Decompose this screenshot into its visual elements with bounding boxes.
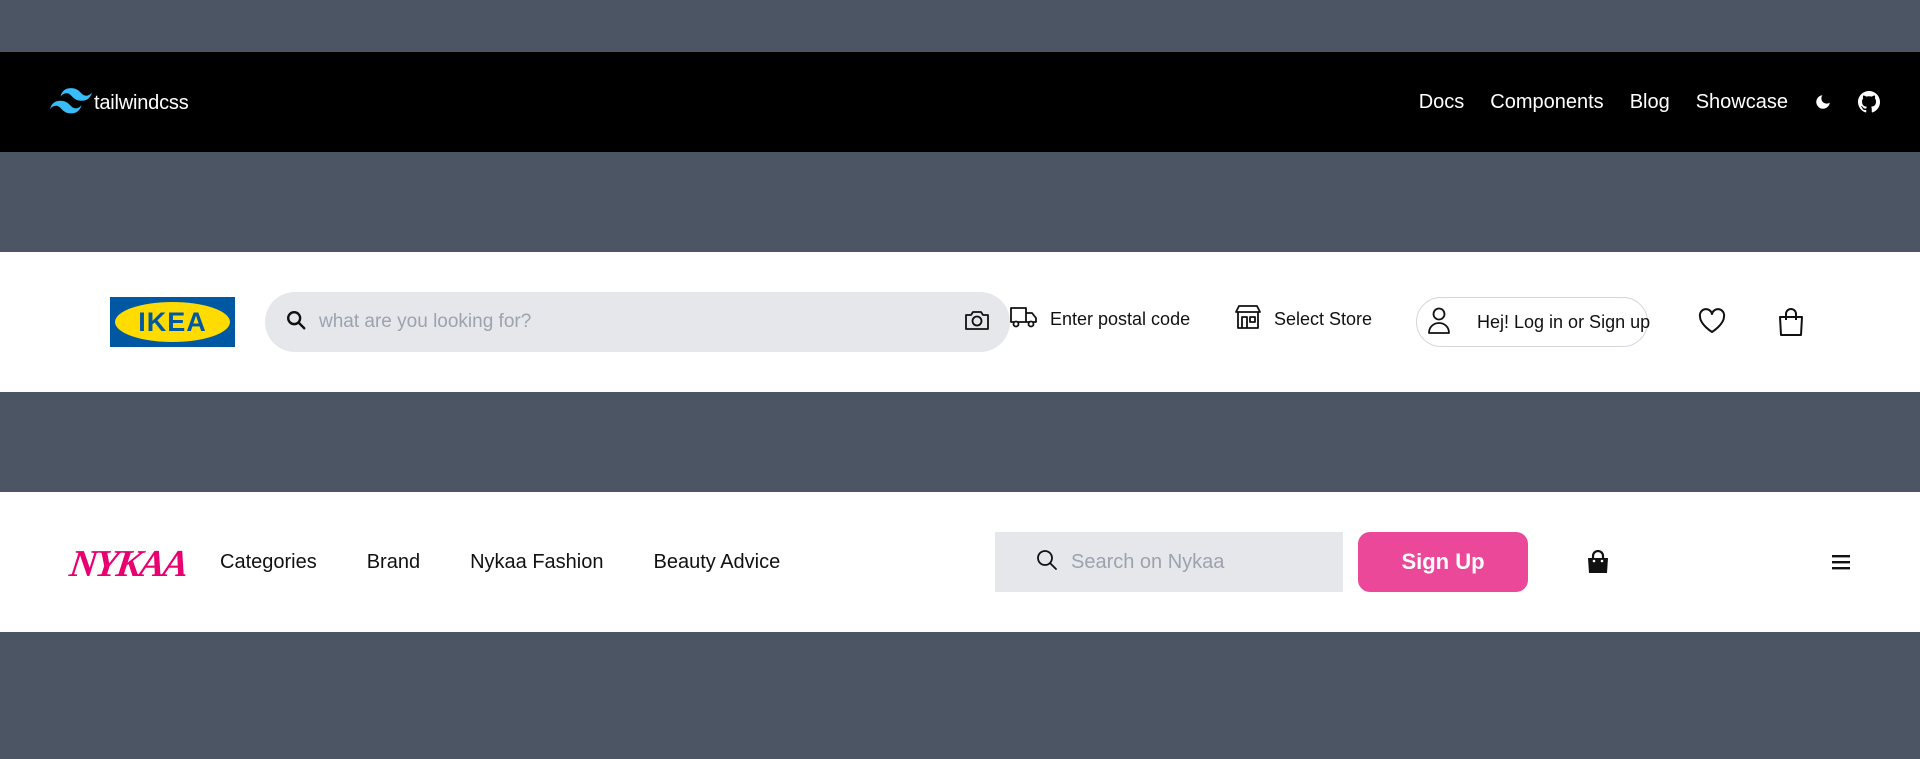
nav-blog[interactable]: Blog: [1630, 91, 1670, 114]
nav-components[interactable]: Components: [1490, 91, 1603, 114]
nykaa-nav: Categories Brand Nykaa Fashion Beauty Ad…: [220, 492, 830, 632]
shopping-bag-icon[interactable]: [1587, 549, 1609, 579]
postal-code-button[interactable]: Enter postal code: [1010, 304, 1190, 335]
signup-button[interactable]: Sign Up: [1358, 532, 1528, 592]
nav-categories[interactable]: Categories: [220, 551, 317, 574]
tailwind-header: tailwindcss Docs Components Blog Showcas…: [0, 52, 1920, 152]
ikea-logo-oval: IKEA: [115, 302, 230, 342]
tailwind-nav: Docs Components Blog Showcase: [1419, 52, 1880, 152]
nav-showcase[interactable]: Showcase: [1696, 91, 1788, 114]
ikea-search-input[interactable]: [319, 311, 964, 333]
truck-icon: [1010, 304, 1038, 335]
login-signup-button[interactable]: Hej! Log in or Sign up: [1416, 297, 1651, 347]
select-store-label: Select Store: [1274, 309, 1373, 329]
tailwind-logo-icon: [50, 88, 92, 119]
ikea-search-bar: [265, 292, 1010, 352]
nykaa-search-bar: [995, 532, 1343, 592]
search-icon: [285, 309, 307, 336]
nykaa-logo[interactable]: NYKAA: [67, 542, 190, 586]
nykaa-search-input[interactable]: [1071, 550, 1336, 574]
tailwind-logo[interactable]: tailwindcss: [50, 88, 189, 119]
ikea-logo[interactable]: IKEA: [110, 297, 235, 347]
nav-brand[interactable]: Brand: [367, 551, 420, 574]
search-icon: [1035, 548, 1059, 577]
github-icon[interactable]: [1858, 91, 1880, 113]
store-icon: [1234, 304, 1262, 335]
nykaa-header: NYKAA Categories Brand Nykaa Fashion Bea…: [0, 492, 1920, 632]
shopping-bag-icon[interactable]: [1778, 308, 1804, 341]
moon-icon[interactable]: [1814, 93, 1832, 111]
user-icon: [1427, 306, 1451, 339]
hamburger-menu-icon[interactable]: [1831, 553, 1851, 576]
select-store-button[interactable]: Select Store: [1234, 304, 1372, 335]
nav-docs[interactable]: Docs: [1419, 91, 1465, 114]
postal-code-label: Enter postal code: [1050, 309, 1191, 329]
nav-beauty-advice[interactable]: Beauty Advice: [654, 551, 781, 574]
tailwind-logo-text: tailwindcss: [94, 92, 189, 114]
ikea-header: IKEA Enter postal code Select Store Hej!…: [0, 252, 1920, 392]
login-signup-label: Hej! Log in or Sign up: [1477, 311, 1651, 332]
camera-icon[interactable]: [964, 308, 990, 337]
heart-icon[interactable]: [1698, 308, 1726, 339]
ikea-logo-text: IKEA: [138, 306, 207, 337]
nav-nykaa-fashion[interactable]: Nykaa Fashion: [470, 551, 603, 574]
